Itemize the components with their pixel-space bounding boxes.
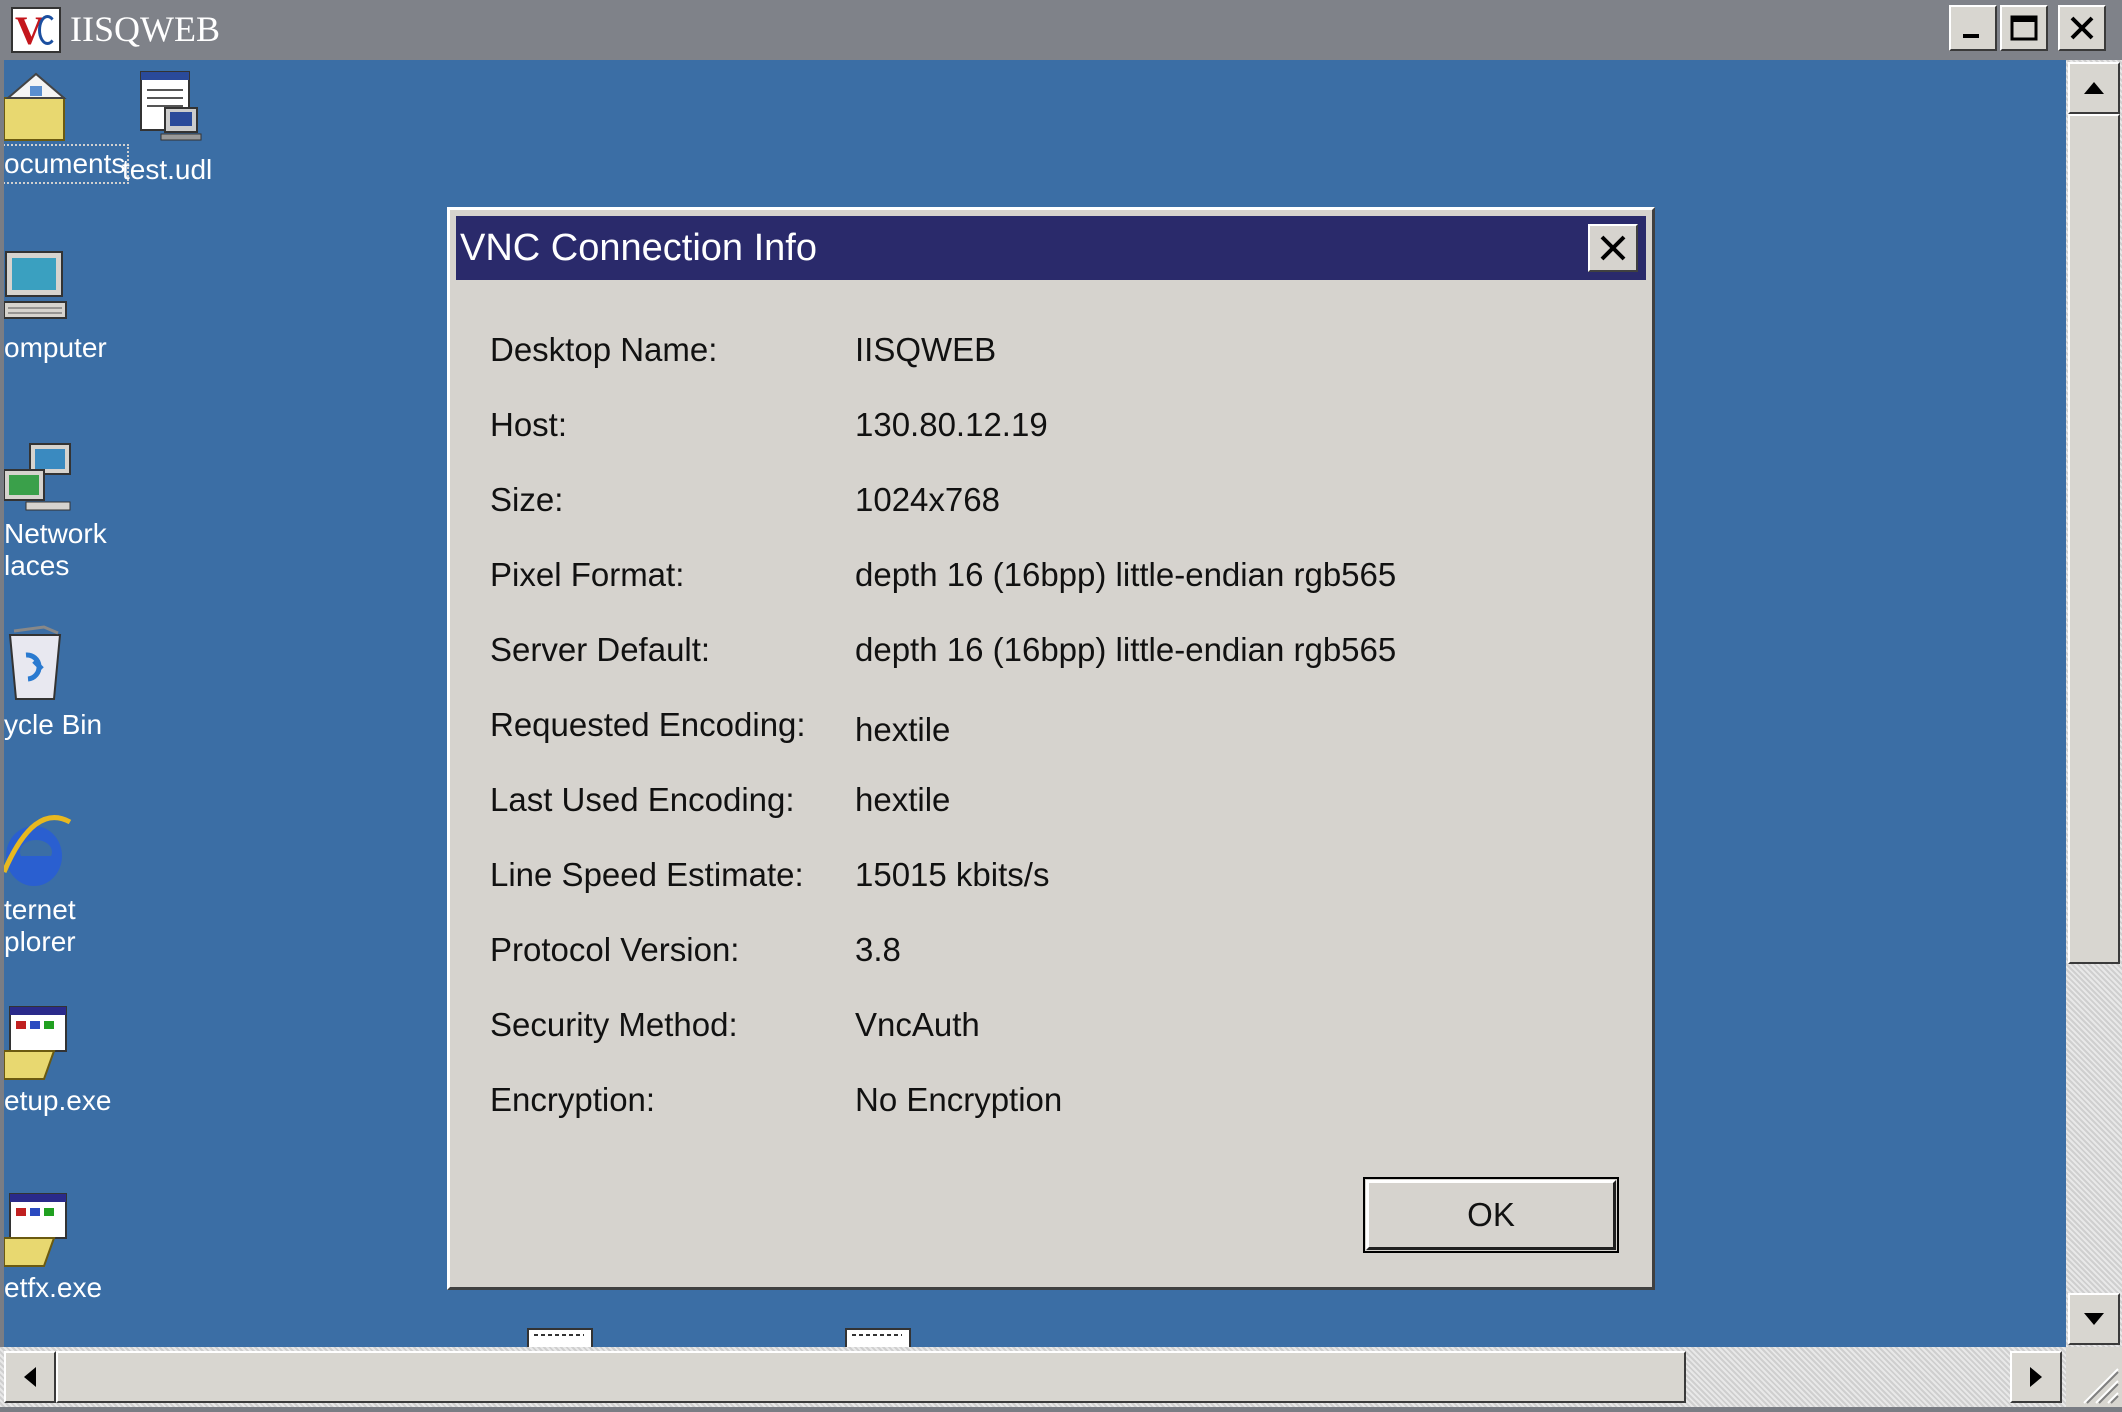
netfx-exe-icon (4, 1193, 67, 1267)
scroll-up-button[interactable] (2068, 62, 2120, 114)
info-label: Desktop Name: (490, 331, 718, 368)
vertical-scroll-thumb[interactable] (2068, 114, 2120, 964)
info-value: hextile (855, 711, 951, 748)
info-label: Host: (490, 406, 568, 443)
horizontal-scroll-thumb[interactable] (56, 1351, 1686, 1403)
arrow-up-icon (2084, 82, 2104, 94)
info-value: IISQWEB (855, 331, 997, 368)
desktop-icon-documents[interactable]: ocuments (4, 68, 130, 184)
udl-file-icon (140, 71, 202, 141)
desktop-icon-test-udl[interactable]: test.udl (122, 68, 212, 186)
info-label: Security Method: (490, 1006, 738, 1043)
arrow-left-icon (24, 1367, 36, 1387)
info-label: Size: (490, 481, 564, 518)
info-value: VncAuth (855, 1006, 980, 1043)
info-value: 3.8 (855, 931, 901, 968)
resize-grip[interactable] (2066, 1347, 2122, 1407)
info-label: Last Used Encoding: (490, 781, 795, 818)
scroll-left-button[interactable] (4, 1351, 56, 1403)
desktop-icon-netfx-exe[interactable]: etfx.exe (4, 1192, 102, 1304)
partial-file-icon (527, 1328, 593, 1347)
computer-icon (4, 251, 67, 319)
minimize-button[interactable] (1949, 5, 1997, 51)
maximize-button[interactable] (2000, 5, 2048, 51)
setup-exe-icon (4, 1006, 67, 1080)
network-places-icon (4, 443, 71, 511)
info-value: depth 16 (16bpp) little-endian rgb565 (855, 556, 1397, 593)
dialog-titlebar[interactable]: VNC Connection Info (456, 216, 1646, 280)
desktop-icon-label: omputer (4, 332, 107, 363)
minimize-icon (1963, 34, 1979, 38)
desktop-icon-label: etfx.exe (4, 1272, 103, 1303)
desktop-icon-computer[interactable]: omputer (4, 250, 107, 364)
desktop-icon-label: ternet plorer (4, 894, 76, 957)
desktop-icon-label: etup.exe (4, 1085, 112, 1116)
info-label: Protocol Version: (490, 931, 740, 968)
scroll-right-button[interactable] (2010, 1351, 2062, 1403)
maximize-icon (2010, 15, 2038, 41)
info-value: No Encryption (855, 1081, 1063, 1118)
info-label: Line Speed Estimate: (490, 856, 804, 893)
info-value: hextile (855, 781, 951, 818)
vnc-connection-info-dialog: VNC Connection Info Desktop Name: IISQWE… (447, 207, 1655, 1290)
desktop-icon-label: Network laces (4, 518, 107, 581)
desktop-icon-internet-explorer[interactable]: ternet plorer (4, 812, 76, 958)
desktop-icon-label: ocuments (4, 144, 130, 184)
partial-file-icon (845, 1328, 911, 1347)
info-label: Requested Encoding: (490, 706, 806, 743)
info-label: Encryption: (490, 1081, 656, 1118)
ok-button[interactable]: OK (1363, 1177, 1619, 1253)
dialog-title: VNC Connection Info (460, 227, 817, 269)
desktop-icon-label: test.udl (122, 154, 213, 185)
info-value: 15015 kbits/s (855, 856, 1050, 893)
info-value: depth 16 (16bpp) little-endian rgb565 (855, 631, 1397, 668)
close-icon (2070, 16, 2094, 40)
info-label: Pixel Format: (490, 556, 685, 593)
desktop-icon-setup-exe[interactable]: etup.exe (4, 1005, 111, 1117)
info-value: 1024x768 (855, 481, 1000, 518)
close-button[interactable] (2058, 5, 2106, 51)
recycle-bin-icon (8, 625, 62, 700)
arrow-down-icon (2084, 1313, 2104, 1325)
folder-icon (4, 72, 67, 141)
scroll-down-button[interactable] (2068, 1293, 2120, 1345)
info-value: 130.80.12.19 (855, 406, 1048, 443)
desktop-icon-label: ycle Bin (4, 709, 103, 740)
window-title: IISQWEB (70, 9, 220, 49)
window-titlebar[interactable]: V IISQWEB (0, 0, 2122, 60)
close-icon (1600, 235, 1626, 261)
arrow-right-icon (2030, 1367, 2042, 1387)
vnc-app-icon[interactable]: V (11, 7, 61, 53)
vertical-scrollbar[interactable] (2066, 60, 2122, 1347)
desktop-icon-network[interactable]: Network laces (4, 440, 107, 582)
resize-grip-icon (2083, 1368, 2119, 1404)
desktop-icon-recycle-bin[interactable]: ycle Bin (4, 625, 102, 741)
internet-explorer-icon (4, 815, 72, 886)
info-label: Server Default: (490, 631, 711, 668)
dialog-close-button[interactable] (1588, 224, 1638, 272)
horizontal-scrollbar[interactable] (0, 1347, 2066, 1407)
